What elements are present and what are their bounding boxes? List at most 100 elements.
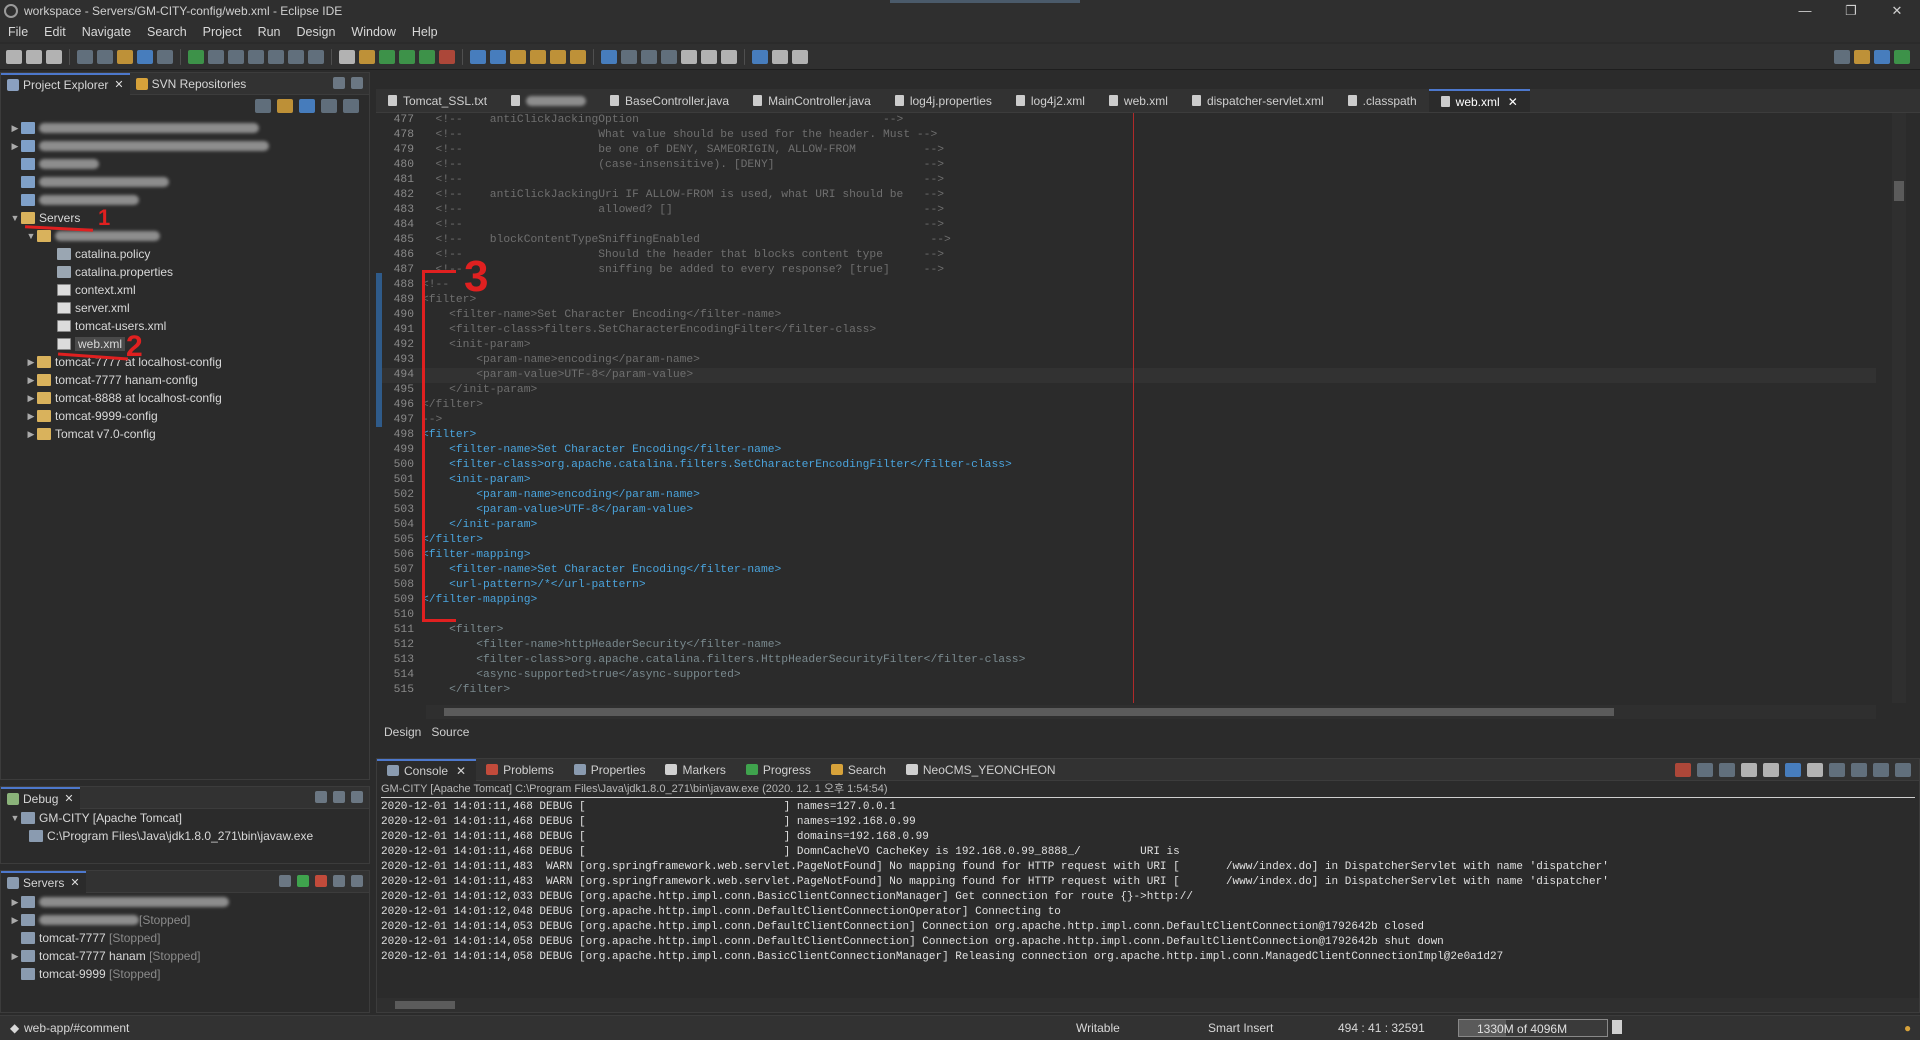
new-icon[interactable] — [6, 49, 22, 64]
tab-debug[interactable]: Debug ✕ — [1, 786, 80, 809]
tab-design[interactable]: Design — [384, 725, 421, 739]
tree-item-config[interactable]: ▶ Tomcat v7.0-config — [1, 425, 369, 443]
clear-console-icon[interactable] — [1741, 762, 1757, 777]
perspective-debug-icon[interactable] — [1894, 49, 1910, 64]
code-line[interactable]: 500 <filter-class>org.apache.catalina.fi… — [376, 458, 1876, 473]
horizontal-scrollbar[interactable] — [426, 705, 1876, 719]
code-line[interactable]: 499 <filter-name>Set Character Encoding<… — [376, 443, 1876, 458]
tree-item-project[interactable]: ▶ — [1, 137, 369, 155]
code-line[interactable]: 507 <filter-name>Set Character Encoding<… — [376, 563, 1876, 578]
code-line[interactable]: 498 <filter> — [376, 428, 1876, 443]
chevron-down-icon[interactable]: ▼ — [9, 813, 21, 823]
focus-icon[interactable] — [321, 99, 337, 113]
editor-tab[interactable] — [499, 89, 598, 112]
code-line[interactable]: 487 <!-- sniffing be added to every resp… — [376, 263, 1876, 278]
code-line[interactable]: 501 <init-param> — [376, 473, 1876, 488]
close-icon[interactable]: ✕ — [456, 764, 466, 778]
tab-servers[interactable]: Servers ✕ — [1, 870, 86, 893]
tab-source[interactable]: Source — [431, 725, 469, 739]
chevron-down-icon[interactable]: ▼ — [9, 213, 21, 223]
minimize-icon[interactable] — [1873, 762, 1889, 777]
step-over-icon[interactable] — [288, 49, 304, 64]
code-line[interactable]: 486 <!-- Should the header that blocks c… — [376, 248, 1876, 263]
scroll-thumb[interactable] — [444, 708, 1614, 716]
save-icon[interactable] — [26, 49, 42, 64]
editor-tab[interactable]: dispatcher-servlet.xml — [1180, 89, 1336, 112]
code-line[interactable]: 479 <!-- be one of DENY, SAMEORIGIN, ALL… — [376, 143, 1876, 158]
code-line[interactable]: 490 <filter-name>Set Character Encoding<… — [376, 308, 1876, 323]
console-hscroll[interactable] — [377, 998, 1919, 1012]
skip-breakpoints-icon[interactable] — [157, 49, 173, 64]
tree-item-servers[interactable]: ▼ Servers — [1, 209, 369, 227]
tab-progress[interactable]: Progress — [736, 759, 821, 781]
editor-tab[interactable]: web.xml — [1097, 89, 1180, 112]
editor-tab[interactable]: log4j.properties — [883, 89, 1004, 112]
suspend-icon[interactable] — [208, 49, 224, 64]
open-type-icon[interactable] — [77, 49, 93, 64]
server-item[interactable]: tomcat-9999 [Stopped] — [1, 965, 369, 983]
code-line[interactable]: 480 <!-- (case-insensitive). [DENY] --> — [376, 158, 1876, 173]
code-line[interactable]: 482 <!-- antiClickJackingUri IF ALLOW-FR… — [376, 188, 1876, 203]
open-file-icon[interactable] — [550, 49, 566, 64]
code-line[interactable]: 497 --> — [376, 413, 1876, 428]
code-line[interactable]: 489 <filter> — [376, 293, 1876, 308]
tree-item-project[interactable] — [1, 173, 369, 191]
tree-item-file-selected[interactable]: web.xml — [1, 335, 369, 353]
maximize-button[interactable]: ❐ — [1828, 0, 1874, 21]
search-tool-icon[interactable] — [621, 49, 637, 64]
redo-icon[interactable] — [792, 49, 808, 64]
undo-icon[interactable] — [772, 49, 788, 64]
chevron-right-icon[interactable]: ▶ — [9, 123, 21, 134]
menu-run[interactable]: Run — [250, 25, 289, 39]
maximize-icon[interactable] — [351, 791, 363, 803]
menu-project[interactable]: Project — [195, 25, 250, 39]
remove-terminated-icon[interactable] — [315, 791, 327, 803]
tree-item-config[interactable]: ▶ tomcat-9999-config — [1, 407, 369, 425]
close-icon[interactable]: ✕ — [64, 792, 73, 805]
tree-item-file[interactable]: catalina.policy — [1, 245, 369, 263]
code-line[interactable]: 477 <!-- antiClickJackingOption --> — [376, 113, 1876, 128]
code-line[interactable]: 508 <url-pattern>/*</url-pattern> — [376, 578, 1876, 593]
code-line[interactable]: 503 <param-value>UTF-8</param-value> — [376, 503, 1876, 518]
editor-tab[interactable]: MainController.java — [741, 89, 883, 112]
menu-window[interactable]: Window — [343, 25, 403, 39]
code-line[interactable]: 495 </init-param> — [376, 383, 1876, 398]
chevron-right-icon[interactable]: ▶ — [9, 141, 21, 152]
filter-icon[interactable] — [299, 99, 315, 113]
menu-navigate[interactable]: Navigate — [74, 25, 139, 39]
tab-markers[interactable]: Markers — [655, 759, 735, 781]
scroll-lock-icon[interactable] — [1763, 762, 1779, 777]
code-line[interactable]: 485 <!-- blockContentTypeSniffingEnabled… — [376, 233, 1876, 248]
scroll-thumb[interactable] — [1894, 181, 1904, 201]
maximize-icon[interactable] — [351, 875, 363, 887]
console-output[interactable]: 2020-12-01 14:01:11,468 DEBUG [ ] names=… — [377, 800, 1919, 965]
minimize-icon[interactable] — [333, 77, 345, 89]
perspective-java-icon[interactable] — [1874, 49, 1890, 64]
prev-annotation-icon[interactable] — [661, 49, 677, 64]
pin-editor-icon[interactable] — [752, 49, 768, 64]
code-line[interactable]: 506 <filter-mapping> — [376, 548, 1876, 563]
code-line[interactable]: 494 <param-value>UTF-8</param-value> — [376, 368, 1876, 383]
minimize-icon[interactable] — [333, 875, 345, 887]
code-line[interactable]: 488 <!-- — [376, 278, 1876, 293]
close-icon[interactable]: ✕ — [1508, 95, 1518, 109]
close-icon[interactable]: ✕ — [70, 876, 79, 889]
tree-item-file[interactable]: server.xml — [1, 299, 369, 317]
tab-console[interactable]: Console ✕ — [377, 758, 477, 781]
perspective-open-icon[interactable] — [1854, 49, 1870, 64]
close-button[interactable]: ✕ — [1874, 0, 1920, 21]
chevron-right-icon[interactable]: ▶ — [25, 357, 37, 368]
server-stop-icon[interactable] — [315, 875, 327, 887]
tab-problems[interactable]: Problems — [476, 759, 564, 781]
external-tools-icon[interactable] — [439, 49, 455, 64]
code-line[interactable]: 491 <filter-class>filters.SetCharacterEn… — [376, 323, 1876, 338]
code-line[interactable]: 496 </filter> — [376, 398, 1876, 413]
tab-properties[interactable]: Properties — [564, 759, 656, 781]
code-line[interactable]: 484 <!-- --> — [376, 218, 1876, 233]
tab-svn-repositories[interactable]: SVN Repositories — [130, 73, 253, 95]
tree-item-config[interactable]: ▶ tomcat-7777 hanam-config — [1, 371, 369, 389]
step-into-icon[interactable] — [268, 49, 284, 64]
menu-help[interactable]: Help — [404, 25, 446, 39]
code-line[interactable]: 514 <async-supported>true</async-support… — [376, 668, 1876, 683]
remove-all-icon[interactable] — [1719, 762, 1735, 777]
